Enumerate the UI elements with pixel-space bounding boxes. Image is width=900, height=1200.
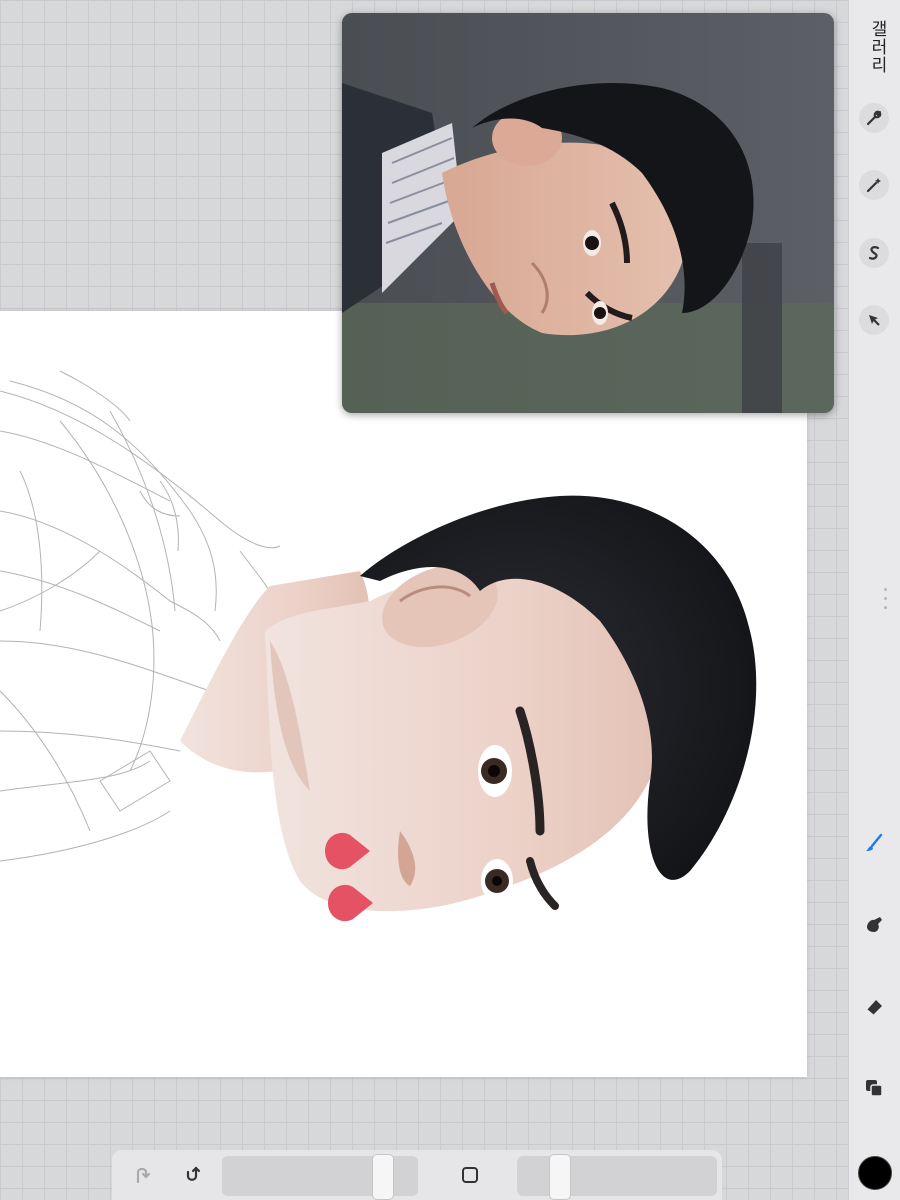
brush-size-thumb[interactable] (371, 1154, 394, 1200)
reference-image (342, 13, 834, 413)
eraser-icon[interactable] (859, 992, 889, 1022)
undo-icon[interactable] (128, 1160, 158, 1190)
drawing-canvas[interactable] (0, 311, 807, 1077)
square-modify-icon[interactable] (455, 1160, 485, 1190)
layers-icon[interactable] (859, 1073, 889, 1103)
redo-icon[interactable] (176, 1160, 206, 1190)
transform-arrow-icon[interactable] (859, 305, 889, 335)
opacity-thumb[interactable] (549, 1154, 572, 1200)
brush-icon[interactable] (859, 828, 889, 858)
color-picker-swatch[interactable] (858, 1156, 892, 1190)
opacity-slider[interactable] (517, 1156, 717, 1196)
magic-wand-icon[interactable] (859, 170, 889, 200)
portrait-painting (0, 370, 757, 922)
selection-s-icon[interactable] (859, 238, 889, 268)
reference-photo[interactable] (342, 13, 834, 413)
smudge-icon[interactable] (859, 910, 889, 940)
wrench-icon[interactable] (859, 103, 889, 133)
toolbar-grip[interactable] (884, 588, 888, 612)
gallery-button[interactable]: 갤러리 (860, 20, 890, 74)
